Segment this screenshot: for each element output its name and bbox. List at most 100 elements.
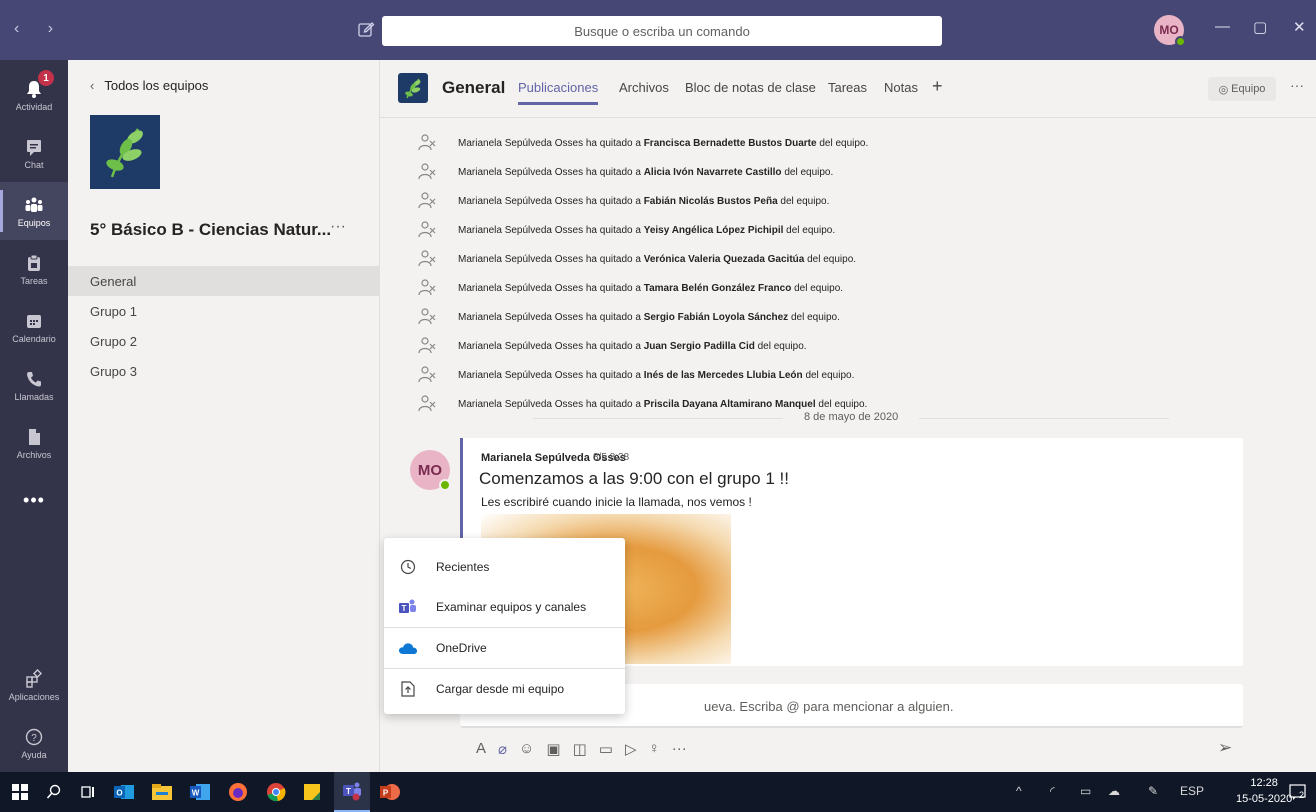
onedrive-tray-icon[interactable]: ☁ <box>1108 784 1120 798</box>
activity-row: Marianela Sepúlveda Osses ha quitado a F… <box>416 186 1276 216</box>
activity-suffix: del equipo. <box>818 398 868 410</box>
rail-item-actividad[interactable]: Actividad 1 <box>0 66 68 124</box>
rail-item-chat[interactable]: Chat <box>0 124 68 182</box>
menu-item-onedrive[interactable]: OneDrive <box>384 628 625 668</box>
activity-actor[interactable]: Marianela Sepúlveda Osses <box>458 254 583 265</box>
activity-removed-member[interactable]: Fabián Nicolás Bustos Peña <box>644 196 778 207</box>
rail-item-calendario[interactable]: Calendario <box>0 298 68 356</box>
activity-removed-member[interactable]: Francisca Bernadette Bustos Duarte <box>644 138 817 149</box>
rail-item-ayuda[interactable]: ? Ayuda <box>0 714 68 772</box>
sticky-app-icon[interactable] <box>300 780 324 804</box>
compose-toolbar: A ⌀ ☺ ▣ ◫ ▭ ▷ ♀ ··· <box>476 740 687 758</box>
pen-icon[interactable]: ✎ <box>1148 784 1158 798</box>
file-explorer-icon[interactable] <box>150 780 174 804</box>
attach-icon[interactable]: ⌀ <box>498 740 507 758</box>
outlook-icon[interactable]: O <box>112 780 136 804</box>
maximize-icon[interactable]: ▢ <box>1253 18 1267 36</box>
rail-item-aplicaciones[interactable]: Aplicaciones <box>0 656 68 714</box>
activity-removed-member[interactable]: Inés de las Mercedes Llubia León <box>644 370 803 381</box>
channel-general[interactable]: General <box>68 266 380 296</box>
remove-member-icon <box>418 308 436 325</box>
tab-notas[interactable]: Notas <box>884 80 918 95</box>
team-more-options-button[interactable]: ··· <box>330 218 346 236</box>
tab-bloc-de-notas[interactable]: Bloc de notas de clase <box>685 80 816 95</box>
tab-tareas[interactable]: Tareas <box>828 80 867 95</box>
teams-taskbar-icon[interactable]: T <box>334 772 370 812</box>
activity-removed-member[interactable]: Tamara Belén González Franco <box>644 283 792 294</box>
more-options-icon[interactable]: ··· <box>672 740 687 758</box>
rail-item-archivos[interactable]: Archivos <box>0 414 68 472</box>
praise-icon[interactable]: ♀ <box>648 740 659 758</box>
clock[interactable]: 12:28 15-05-2020 <box>1236 775 1292 807</box>
powerpoint-icon[interactable]: P <box>378 780 402 804</box>
compose-input[interactable]: ueva. Escriba @ para mencionar a alguien… <box>704 699 954 714</box>
activity-suffix: del equipo. <box>805 369 855 381</box>
search-input[interactable]: Busque o escriba un comando <box>382 16 942 46</box>
channel-more-options-button[interactable]: ··· <box>1290 77 1304 93</box>
nav-arrows[interactable]: ‹ › <box>14 20 65 38</box>
send-icon[interactable]: ➢ <box>1218 738 1232 758</box>
remove-member-icon <box>418 163 436 180</box>
battery-icon[interactable]: ▭ <box>1080 784 1091 798</box>
team-logo[interactable] <box>90 115 160 189</box>
menu-item-recientes[interactable]: Recientes <box>384 547 625 587</box>
activity-actor[interactable]: Marianela Sepúlveda Osses <box>458 138 583 149</box>
new-chat-icon[interactable] <box>357 20 375 38</box>
firefox-icon[interactable] <box>226 780 250 804</box>
minimize-icon[interactable]: — <box>1215 18 1230 35</box>
channel-title: General <box>442 78 506 97</box>
emoji-icon[interactable]: ☺ <box>519 740 534 758</box>
activity-actor[interactable]: Marianela Sepúlveda Osses <box>458 341 583 352</box>
meet-now-icon[interactable]: ▭ <box>599 740 613 758</box>
windows-taskbar: O W T P ^ ◜ ▭ ☁ ✎ ESP 12:28 15-05-2020 2 <box>0 772 1316 812</box>
add-tab-button[interactable]: + <box>932 76 943 97</box>
more-apps-button[interactable]: ••• <box>0 490 68 511</box>
wifi-icon[interactable]: ◜ <box>1050 784 1055 798</box>
activity-removed-member[interactable]: Priscila Dayana Altamirano Manquel <box>644 399 816 410</box>
tab-publicaciones[interactable]: Publicaciones <box>518 80 599 105</box>
back-to-teams-link[interactable]: ‹ Todos los equipos <box>90 78 208 93</box>
post-timestamp: 8/5 8:28 <box>593 452 630 463</box>
sticker-icon[interactable]: ◫ <box>573 740 587 758</box>
close-icon[interactable]: ✕ <box>1293 18 1306 36</box>
avatar[interactable]: MO <box>1154 15 1186 47</box>
activity-removed-member[interactable]: Verónica Valeria Quezada Gacitúa <box>644 254 805 265</box>
team-button[interactable]: ◎ Equipo <box>1208 77 1276 101</box>
activity-verb: ha quitado a <box>585 398 641 410</box>
channel-grupo-3[interactable]: Grupo 3 <box>68 356 380 386</box>
windows-start-icon[interactable] <box>8 780 32 804</box>
search-icon[interactable] <box>42 780 66 804</box>
activity-removed-member[interactable]: Alicia Ivón Navarrete Castillo <box>644 167 782 178</box>
activity-actor[interactable]: Marianela Sepúlveda Osses <box>458 370 583 381</box>
activity-actor[interactable]: Marianela Sepúlveda Osses <box>458 196 583 207</box>
rail-label: Archivos <box>16 449 52 460</box>
tab-archivos[interactable]: Archivos <box>619 80 669 95</box>
word-icon[interactable]: W <box>188 780 212 804</box>
channel-grupo-2[interactable]: Grupo 2 <box>68 326 380 356</box>
chrome-icon[interactable] <box>264 780 288 804</box>
menu-item-examinar[interactable]: T Examinar equipos y canales <box>384 587 625 627</box>
gif-icon[interactable]: ▣ <box>546 740 560 758</box>
chevron-up-icon[interactable]: ^ <box>1016 784 1022 798</box>
task-view-icon[interactable] <box>76 780 100 804</box>
rail-item-tareas[interactable]: Tareas <box>0 240 68 298</box>
activity-actor[interactable]: Marianela Sepúlveda Osses <box>458 167 583 178</box>
activity-actor[interactable]: Marianela Sepúlveda Osses <box>458 399 583 410</box>
menu-item-cargar[interactable]: Cargar desde mi equipo <box>384 669 625 709</box>
notification-center-icon[interactable]: 2 <box>1286 780 1310 804</box>
activity-verb: ha quitado a <box>585 369 641 381</box>
rail-item-llamadas[interactable]: Llamadas <box>0 356 68 414</box>
rail-item-equipos[interactable]: Equipos <box>0 182 68 240</box>
activity-actor[interactable]: Marianela Sepúlveda Osses <box>458 283 583 294</box>
activity-actor[interactable]: Marianela Sepúlveda Osses <box>458 225 583 236</box>
activity-removed-member[interactable]: Juan Sergio Padilla Cid <box>644 341 755 352</box>
stream-icon[interactable]: ▷ <box>625 740 637 758</box>
activity-actor[interactable]: Marianela Sepúlveda Osses <box>458 312 583 323</box>
format-icon[interactable]: A <box>476 740 486 758</box>
channel-grupo-1[interactable]: Grupo 1 <box>68 296 380 326</box>
eye-icon: ◎ <box>1218 83 1229 96</box>
activity-removed-member[interactable]: Yeisy Angélica López Pichipil <box>644 225 784 236</box>
notification-count: 2 <box>1299 790 1305 800</box>
language-indicator[interactable]: ESP <box>1180 784 1204 798</box>
activity-removed-member[interactable]: Sergio Fabián Loyola Sánchez <box>644 312 788 323</box>
